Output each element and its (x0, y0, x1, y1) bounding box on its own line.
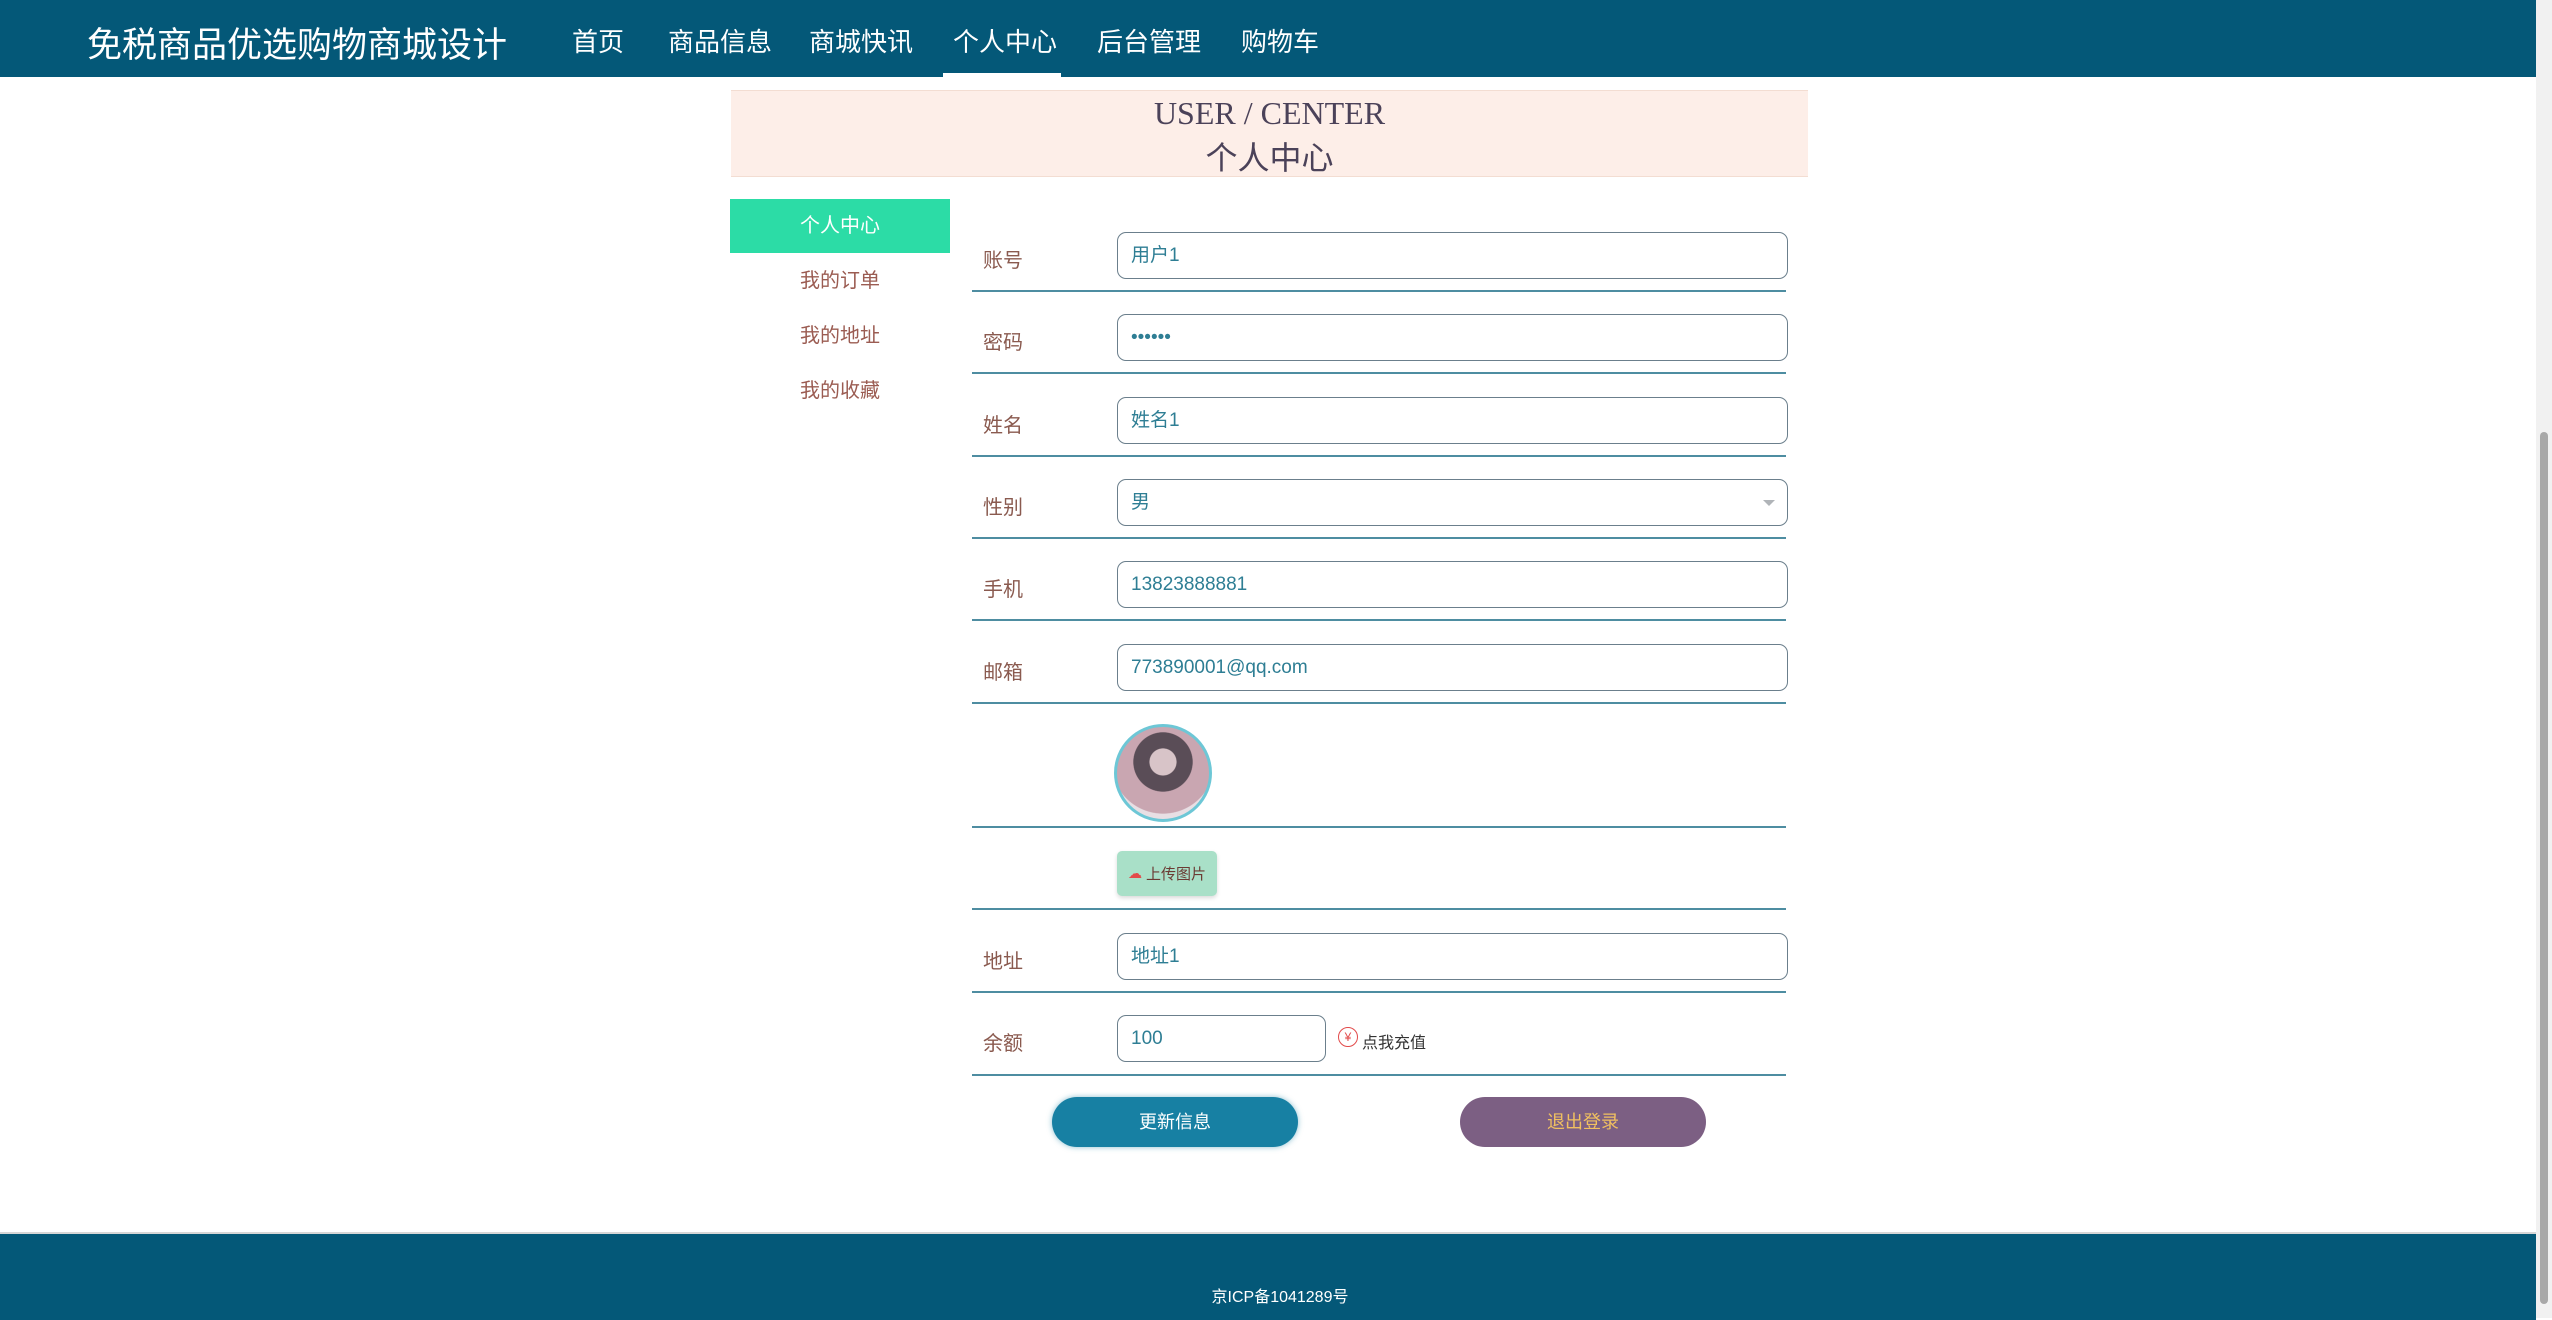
update-info-button[interactable]: 更新信息 (1052, 1097, 1298, 1147)
footer: 京ICP备1041289号 (0, 1232, 2536, 1320)
sidebar-item-my-favorites[interactable]: 我的收藏 (730, 364, 950, 418)
gender-label: 性别 (983, 497, 1023, 519)
upload-image-label: 上传图片 (1145, 866, 1206, 883)
banner-title-en: USER / CENTER (1153, 95, 1386, 131)
cloud-upload-icon: ☁ (1127, 865, 1142, 881)
phone-label: 手机 (983, 579, 1023, 601)
site-title: 免税商品优选购物商城设计 (87, 26, 508, 65)
password-label: 密码 (983, 332, 1023, 354)
row-divider (972, 702, 1786, 704)
balance-label: 余额 (983, 1033, 1023, 1055)
row-divider (972, 1074, 1786, 1076)
chevron-down-icon (1763, 500, 1775, 506)
row-divider (972, 826, 1786, 828)
nav-cart[interactable]: 购物车 (1241, 22, 1319, 59)
sidebar-item-my-orders[interactable]: 我的订单 (730, 254, 950, 308)
account-input[interactable]: 用户1 (1117, 232, 1788, 279)
scrollbar-thumb[interactable] (2540, 432, 2548, 1304)
top-navbar: 免税商品优选购物商城设计 首页 商品信息 商城快讯 个人中心 后台管理 购物车 (0, 0, 2536, 77)
upload-image-button[interactable]: ☁ 上传图片 (1117, 851, 1217, 896)
logout-button[interactable]: 退出登录 (1460, 1097, 1706, 1147)
nav-active-indicator (943, 73, 1061, 77)
row-divider (972, 908, 1786, 910)
address-input[interactable]: 地址1 (1117, 933, 1788, 980)
sidebar-item-user-center[interactable]: 个人中心 (730, 199, 950, 253)
nav-user-center[interactable]: 个人中心 (953, 22, 1057, 59)
avatar (1114, 724, 1212, 822)
recharge-link[interactable]: 点我充值 (1362, 1029, 1426, 1053)
row-divider (972, 991, 1786, 993)
row-divider (972, 537, 1786, 539)
gender-select-value: 男 (1131, 492, 1151, 513)
row-divider (972, 372, 1786, 374)
balance-input[interactable]: 100 (1117, 1015, 1326, 1062)
sidebar-item-my-address[interactable]: 我的地址 (730, 309, 950, 363)
gender-select[interactable]: 男 (1117, 479, 1788, 526)
nav-news[interactable]: 商城快讯 (809, 22, 913, 59)
address-label: 地址 (983, 951, 1023, 973)
name-label: 姓名 (983, 415, 1023, 437)
icp-record: 京ICP备1041289号 (1211, 1289, 1349, 1306)
yuan-icon[interactable]: ¥ (1338, 1027, 1358, 1047)
name-input[interactable]: 姓名1 (1117, 397, 1788, 444)
nav-products[interactable]: 商品信息 (668, 22, 772, 59)
row-divider (972, 619, 1786, 621)
nav-admin[interactable]: 后台管理 (1097, 22, 1201, 59)
email-label: 邮箱 (983, 662, 1023, 684)
row-divider (972, 455, 1786, 457)
phone-input[interactable]: 13823888881 (1117, 561, 1788, 608)
password-input[interactable]: •••••• (1117, 314, 1788, 361)
email-input[interactable]: 773890001@qq.com (1117, 644, 1788, 691)
banner-title-cn: 个人中心 (1205, 140, 1334, 176)
nav-home[interactable]: 首页 (572, 22, 624, 59)
account-label: 账号 (983, 250, 1023, 272)
row-divider (972, 290, 1786, 292)
page-banner: USER / CENTER 个人中心 (731, 90, 1808, 177)
